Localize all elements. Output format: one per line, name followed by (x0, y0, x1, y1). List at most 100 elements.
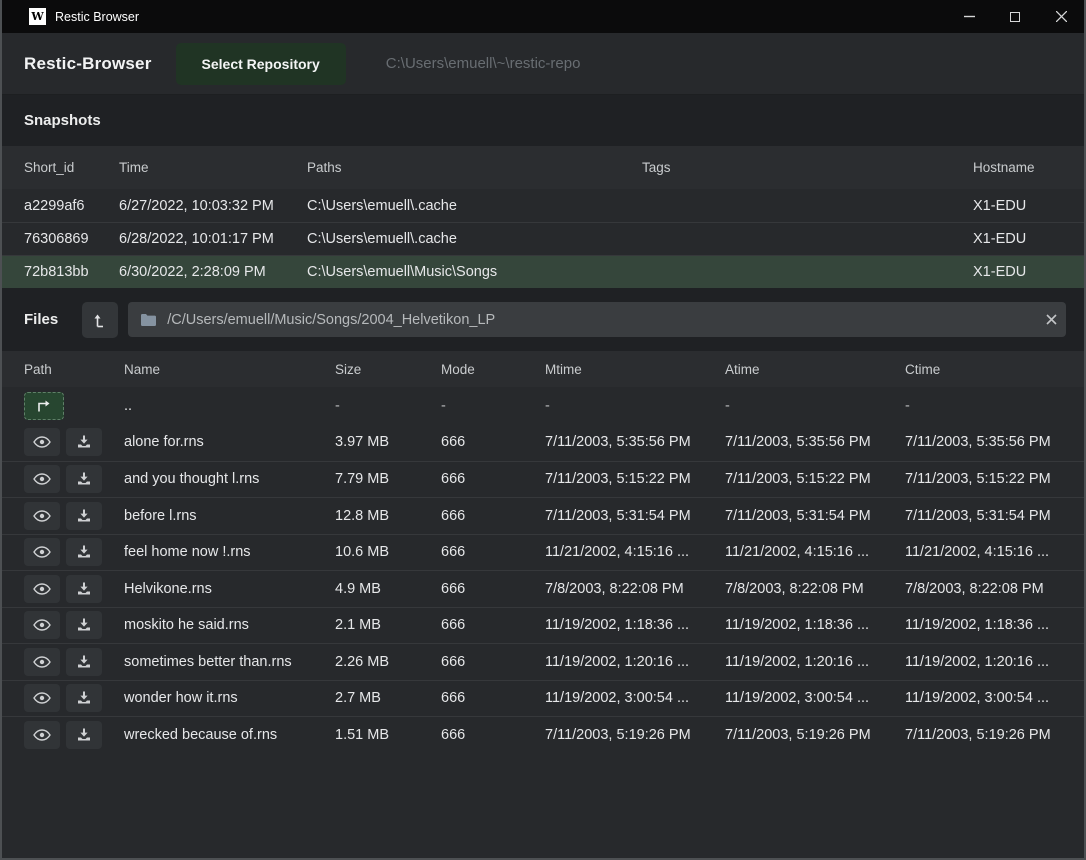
file-name: feel home now !.rns (124, 544, 335, 560)
current-path-bar[interactable]: /C/Users/emuell/Music/Songs/2004_Helveti… (128, 302, 1066, 337)
up-one-level-button[interactable] (82, 302, 118, 338)
file-name: Helvikone.rns (124, 581, 335, 597)
minimize-button[interactable] (946, 0, 992, 33)
files-section-header: Files /C/Users/emuell/Music/Songs/2004_H… (2, 288, 1084, 351)
download-file-button[interactable] (66, 721, 102, 749)
file-mtime: 11/21/2002, 4:15:16 ... (545, 544, 725, 560)
file-actions (24, 428, 124, 456)
snapshot-row[interactable]: 76306869 6/28/2022, 10:01:17 PM C:\Users… (2, 222, 1084, 255)
download-file-button[interactable] (66, 465, 102, 493)
clear-path-icon (1046, 314, 1057, 325)
download-file-button[interactable] (66, 428, 102, 456)
parent-atime: - (725, 398, 905, 414)
close-button[interactable] (1038, 0, 1084, 33)
file-atime: 7/11/2003, 5:35:56 PM (725, 434, 905, 450)
snapshot-row[interactable]: a2299af6 6/27/2022, 10:03:32 PM C:\Users… (2, 189, 1084, 222)
window-title: Restic Browser (55, 10, 139, 24)
file-actions (24, 575, 124, 603)
snapshots-table: a2299af6 6/27/2022, 10:03:32 PM C:\Users… (2, 189, 1084, 288)
preview-file-button[interactable] (24, 538, 60, 566)
download-icon (77, 618, 91, 632)
file-name: wrecked because of.rns (124, 727, 335, 743)
file-mode: 666 (441, 508, 545, 524)
download-file-button[interactable] (66, 684, 102, 712)
current-path-value: /C/Users/emuell/Music/Songs/2004_Helveti… (167, 312, 1036, 328)
parent-mode: - (441, 398, 545, 414)
file-size: 4.9 MB (335, 581, 441, 597)
snapshot-time: 6/30/2022, 2:28:09 PM (119, 264, 307, 280)
snapshot-time: 6/27/2022, 10:03:32 PM (119, 198, 307, 214)
titlebar: W Restic Browser (2, 0, 1084, 33)
file-mtime: 7/8/2003, 8:22:08 PM (545, 581, 725, 597)
preview-file-button[interactable] (24, 575, 60, 603)
file-mtime: 11/19/2002, 1:20:16 ... (545, 654, 725, 670)
file-atime: 11/19/2002, 1:20:16 ... (725, 654, 905, 670)
download-icon (77, 691, 91, 705)
column-header-time: Time (119, 160, 307, 175)
maximize-icon (1010, 12, 1020, 22)
file-size: 12.8 MB (335, 508, 441, 524)
file-ctime: 7/8/2003, 8:22:08 PM (905, 581, 1070, 597)
preview-file-button[interactable] (24, 502, 60, 530)
eye-icon (33, 436, 51, 448)
eye-icon (33, 692, 51, 704)
snapshot-hostname: X1-EDU (973, 231, 1070, 247)
file-ctime: 11/21/2002, 4:15:16 ... (905, 544, 1070, 560)
download-file-button[interactable] (66, 538, 102, 566)
file-size: 2.1 MB (335, 617, 441, 633)
file-atime: 7/11/2003, 5:19:26 PM (725, 727, 905, 743)
go-to-parent-button[interactable] (24, 392, 64, 420)
maximize-button[interactable] (992, 0, 1038, 33)
snapshots-table-header: Short_id Time Paths Tags Hostname (2, 146, 1084, 189)
file-mtime: 11/19/2002, 3:00:54 ... (545, 690, 725, 706)
file-size: 2.26 MB (335, 654, 441, 670)
file-row: alone for.rns 3.97 MB 666 7/11/2003, 5:3… (2, 424, 1084, 461)
download-icon (77, 435, 91, 449)
file-mtime: 11/19/2002, 1:18:36 ... (545, 617, 725, 633)
file-actions (24, 538, 124, 566)
download-file-button[interactable] (66, 502, 102, 530)
snapshot-short-id: 76306869 (24, 231, 119, 247)
close-icon (1056, 11, 1067, 22)
file-atime: 7/11/2003, 5:31:54 PM (725, 508, 905, 524)
file-actions (24, 465, 124, 493)
column-header-short-id: Short_id (24, 160, 119, 175)
download-icon (77, 509, 91, 523)
file-row: sometimes better than.rns 2.26 MB 666 11… (2, 643, 1084, 680)
file-ctime: 7/11/2003, 5:15:22 PM (905, 471, 1070, 487)
file-mtime: 7/11/2003, 5:31:54 PM (545, 508, 725, 524)
eye-icon (33, 510, 51, 522)
column-header-tags: Tags (642, 160, 973, 175)
file-ctime: 11/19/2002, 3:00:54 ... (905, 690, 1070, 706)
download-icon (77, 545, 91, 559)
app-title: Restic-Browser (24, 54, 152, 74)
preview-file-button[interactable] (24, 721, 60, 749)
preview-file-button[interactable] (24, 611, 60, 639)
file-ctime: 11/19/2002, 1:20:16 ... (905, 654, 1070, 670)
snapshot-row[interactable]: 72b813bb 6/30/2022, 2:28:09 PM C:\Users\… (2, 255, 1084, 288)
preview-file-button[interactable] (24, 684, 60, 712)
select-repository-button[interactable]: Select Repository (176, 43, 346, 85)
snapshot-time: 6/28/2022, 10:01:17 PM (119, 231, 307, 247)
window-controls (946, 0, 1084, 33)
column-header-atime: Atime (725, 362, 905, 377)
file-atime: 7/8/2003, 8:22:08 PM (725, 581, 905, 597)
download-icon (77, 728, 91, 742)
preview-file-button[interactable] (24, 465, 60, 493)
parent-size: - (335, 398, 441, 414)
clear-path-button[interactable] (1036, 302, 1066, 337)
empty-area (2, 753, 1084, 859)
wails-logo-icon: W (29, 8, 46, 25)
preview-file-button[interactable] (24, 648, 60, 676)
column-header-paths: Paths (307, 160, 642, 175)
download-file-button[interactable] (66, 575, 102, 603)
file-mtime: 7/11/2003, 5:15:22 PM (545, 471, 725, 487)
download-file-button[interactable] (66, 611, 102, 639)
column-header-name: Name (124, 362, 335, 377)
download-icon (77, 472, 91, 486)
preview-file-button[interactable] (24, 428, 60, 456)
file-actions (24, 502, 124, 530)
file-mode: 666 (441, 727, 545, 743)
file-name: before l.rns (124, 508, 335, 524)
download-file-button[interactable] (66, 648, 102, 676)
